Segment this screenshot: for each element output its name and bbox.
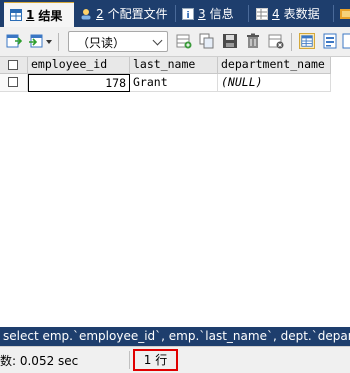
delete-icon[interactable] [245, 33, 261, 49]
tab-results[interactable]: 1 结果 [4, 2, 74, 27]
toolbar-separator [291, 33, 292, 51]
insert-row-icon[interactable] [176, 33, 192, 49]
history-icon[interactable] [340, 8, 350, 20]
row-checkbox[interactable] [8, 77, 18, 87]
info-icon: i [182, 7, 194, 20]
export-icon[interactable] [6, 33, 22, 49]
profile-icon [81, 8, 91, 19]
table-data-icon [256, 7, 268, 20]
select-all-header[interactable] [0, 57, 28, 74]
result-grid: employee_id last_name department_name 17… [0, 57, 350, 327]
tab-profiles-number: 2 [96, 6, 104, 21]
status-bar: 数: 0.052 sec 1 行 [0, 346, 350, 373]
tab-profiles[interactable]: 2 个配置文件 [80, 0, 168, 27]
form-view-icon[interactable] [322, 33, 338, 49]
tab-results-label: 结果 [38, 8, 63, 23]
execution-time: 数: 0.052 sec [0, 354, 79, 368]
import-icon[interactable] [28, 33, 44, 49]
table-cell-last-name[interactable]: Grant [130, 74, 218, 92]
column-header[interactable]: employee_id [28, 57, 130, 74]
toolbar-separator [58, 33, 59, 51]
sql-query-text: select emp.`employee_id`, emp.`last_name… [0, 327, 350, 346]
result-tab-bar: 1 结果 2 个配置文件 i 3 信息 4 表数据 [0, 0, 350, 27]
row-selector[interactable] [0, 74, 28, 92]
tab-separator [248, 5, 249, 22]
table-cell-employee-id[interactable]: 178 [28, 74, 130, 92]
tab-separator [175, 5, 176, 22]
grid-mode-value: （只读） [77, 36, 126, 50]
row-count: 1 行 [133, 349, 178, 371]
result-grid-icon [10, 9, 22, 21]
duplicate-row-icon[interactable] [199, 33, 215, 49]
table-cell-department-name[interactable]: (NULL) [218, 74, 331, 92]
tab-table-data[interactable]: 4 表数据 [256, 0, 320, 27]
save-icon[interactable] [222, 33, 238, 49]
select-all-checkbox[interactable] [8, 60, 18, 70]
grid-mode-select[interactable]: （只读） [68, 31, 168, 52]
tab-separator [333, 5, 334, 22]
tab-info-label: 信息 [209, 7, 234, 21]
text-view-icon[interactable] [342, 33, 350, 49]
tab-table-data-number: 4 [272, 6, 280, 21]
result-toolbar: （只读） [0, 27, 350, 57]
import-dropdown-arrow[interactable] [46, 40, 52, 44]
svg-text:i: i [186, 11, 189, 20]
column-header[interactable]: last_name [130, 57, 218, 74]
column-header[interactable]: department_name [218, 57, 331, 74]
tab-table-data-label: 表数据 [283, 7, 320, 21]
chevron-down-icon [152, 35, 163, 46]
grid-view-icon[interactable] [299, 33, 315, 49]
cancel-changes-icon[interactable] [268, 33, 284, 49]
status-separator [129, 351, 130, 369]
tab-info-number: 3 [198, 6, 206, 21]
tab-results-number: 1 [26, 8, 35, 22]
tab-info[interactable]: i 3 信息 [182, 0, 234, 27]
tab-profiles-label: 个配置文件 [107, 7, 168, 21]
